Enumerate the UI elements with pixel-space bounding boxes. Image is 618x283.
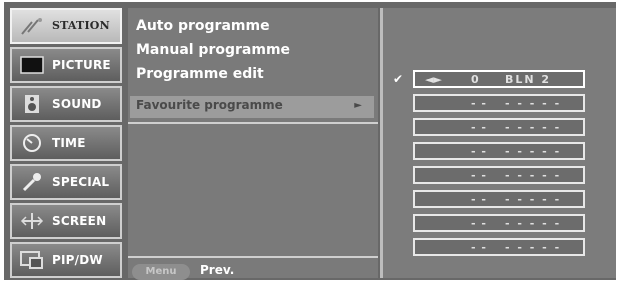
station-icon: [20, 16, 44, 36]
favourite-slot[interactable]: - - - - - - -: [413, 214, 585, 232]
slot-name: - - - - -: [505, 169, 562, 182]
slot-number: - -: [471, 145, 487, 158]
menu-item-station[interactable]: STATION: [10, 8, 122, 44]
slot-name: - - - - -: [505, 217, 562, 230]
prev-label: Prev.: [200, 263, 235, 277]
menu-item-sound[interactable]: SOUND: [10, 86, 122, 122]
slot-name: BLN 2: [505, 73, 552, 86]
slot-number: - -: [471, 217, 487, 230]
slot-number: 0: [471, 73, 480, 86]
menu-item-label: SOUND: [52, 97, 102, 111]
time-icon: [20, 133, 44, 153]
favourite-slot[interactable]: - - - - - - -: [413, 118, 585, 136]
favourite-slot[interactable]: - - - - - - -: [413, 190, 585, 208]
menu-button[interactable]: Menu: [132, 264, 190, 280]
menu-item-special[interactable]: SPECIAL: [10, 164, 122, 200]
favourite-slot[interactable]: - - - - - - -: [413, 166, 585, 184]
menu-item-label: SCREEN: [52, 214, 107, 228]
check-icon: ✔: [393, 72, 404, 86]
submenu-item-programme-edit[interactable]: Programme edit: [136, 66, 264, 82]
screen-icon: [20, 211, 44, 231]
slot-number: - -: [471, 241, 487, 254]
picture-icon: [20, 55, 44, 75]
menu-item-label: PIP/DW: [52, 253, 103, 267]
submenu-item-manual-programme[interactable]: Manual programme: [136, 42, 290, 58]
slot-name: - - - - -: [505, 121, 562, 134]
slot-number: - -: [471, 193, 487, 206]
station-submenu: Auto programme Manual programme Programm…: [128, 8, 378, 280]
slot-name: - - - - -: [505, 193, 562, 206]
menu-item-label: SPECIAL: [52, 175, 110, 189]
menu-item-time[interactable]: TIME: [10, 125, 122, 161]
favourite-slot[interactable]: - - - - - - -: [413, 142, 585, 160]
menu-item-label: STATION: [52, 19, 110, 32]
menu-item-pip[interactable]: PIP/DW: [10, 242, 122, 278]
favourite-slot[interactable]: ◄► 0 BLN 2: [413, 70, 585, 88]
divider: [128, 122, 378, 124]
right-arrow-icon: ►: [354, 100, 362, 111]
slot-name: - - - - -: [505, 97, 562, 110]
submenu-item-label: Favourite programme: [136, 98, 283, 112]
special-icon: [20, 172, 44, 192]
pip-icon: [20, 250, 44, 270]
favourite-list-panel: ✔ ◄► 0 BLN 2 - - - - - - - - - - - - - -…: [380, 8, 616, 278]
slot-number: - -: [471, 97, 487, 110]
slot-name: - - - - -: [505, 241, 562, 254]
menu-item-label: PICTURE: [52, 58, 111, 72]
tv-osd: STATION PICTURE SOUND TIME SPECIAL SCREE…: [4, 2, 616, 280]
favourite-slot[interactable]: - - - - - - -: [413, 94, 585, 112]
slot-number: - -: [471, 121, 487, 134]
divider: [128, 256, 378, 258]
main-menu: STATION PICTURE SOUND TIME SPECIAL SCREE…: [10, 8, 122, 278]
sound-icon: [20, 94, 44, 114]
menu-item-picture[interactable]: PICTURE: [10, 47, 122, 83]
submenu-item-favourite-programme[interactable]: Favourite programme ►: [130, 96, 374, 118]
menu-item-screen[interactable]: SCREEN: [10, 203, 122, 239]
submenu-item-auto-programme[interactable]: Auto programme: [136, 18, 270, 34]
left-right-arrows-icon: ◄►: [425, 73, 442, 86]
slot-number: - -: [471, 169, 487, 182]
favourite-slot[interactable]: - - - - - - -: [413, 238, 585, 256]
menu-item-label: TIME: [52, 136, 86, 150]
slot-name: - - - - -: [505, 145, 562, 158]
